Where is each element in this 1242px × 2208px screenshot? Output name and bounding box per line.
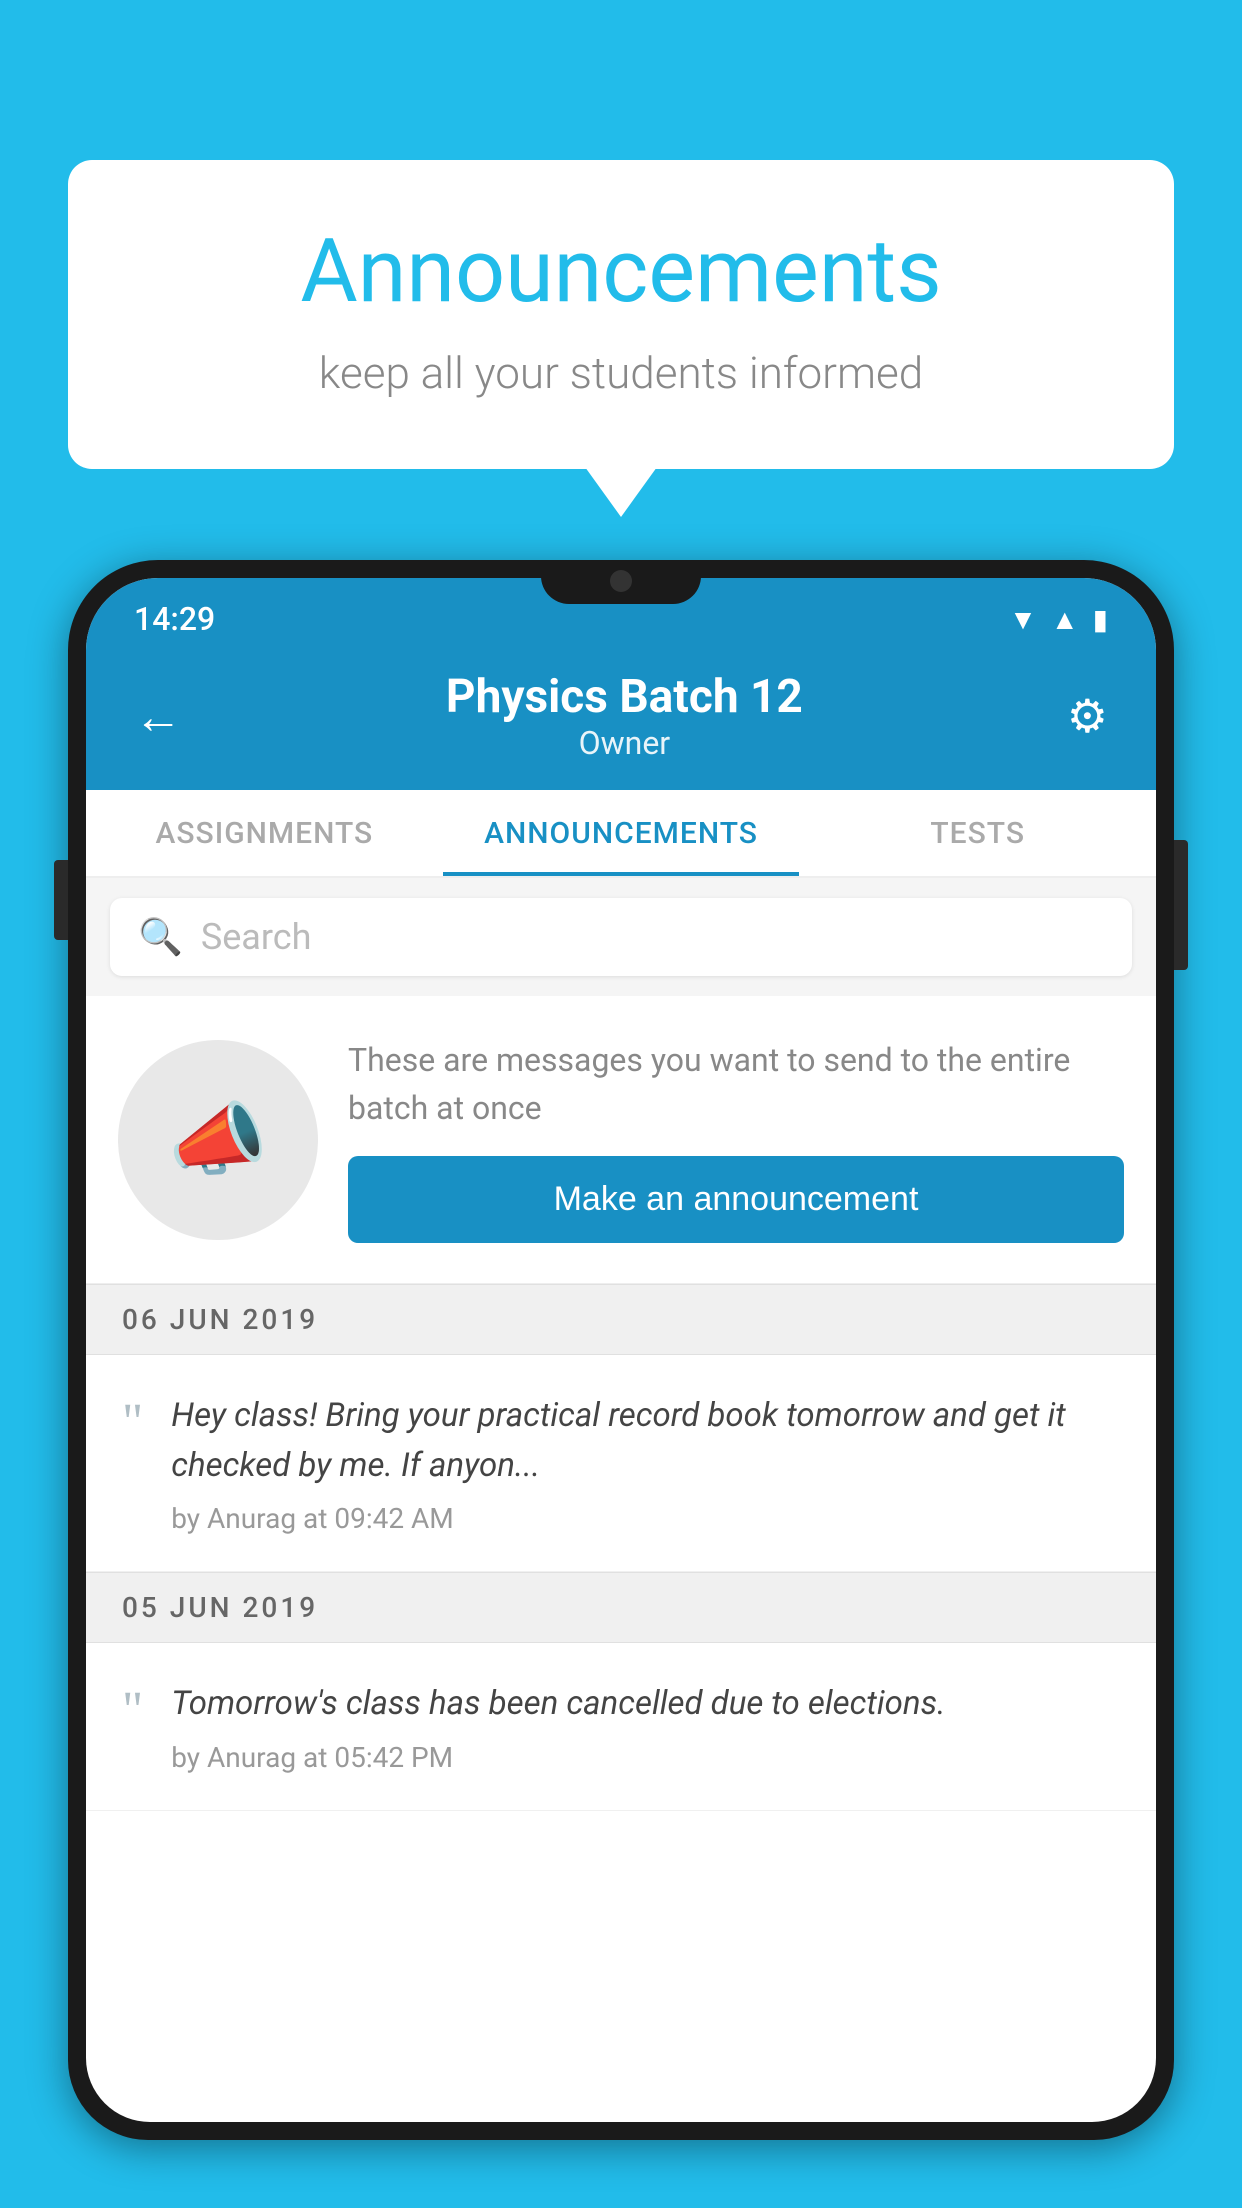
announcement-content-2: Tomorrow's class has been cancelled due … xyxy=(171,1679,1120,1774)
announcement-text-1: Hey class! Bring your practical record b… xyxy=(171,1391,1120,1490)
date-separator-1: 06 JUN 2019 xyxy=(86,1284,1156,1355)
batch-title: Physics Batch 12 xyxy=(182,670,1067,724)
settings-icon[interactable]: ⚙ xyxy=(1067,689,1108,744)
phone-notch xyxy=(541,560,701,604)
announcement-meta-2: by Anurag at 05:42 PM xyxy=(171,1741,1120,1774)
battery-icon: ▮ xyxy=(1093,603,1108,636)
tab-announcements[interactable]: ANNOUNCEMENTS xyxy=(443,790,800,876)
date-separator-2: 05 JUN 2019 xyxy=(86,1572,1156,1643)
announcement-item-2[interactable]: " Tomorrow's class has been cancelled du… xyxy=(86,1643,1156,1811)
promo-section: 📣 These are messages you want to send to… xyxy=(86,996,1156,1284)
speech-bubble-section: Announcements keep all your students inf… xyxy=(68,160,1174,469)
search-icon: 🔍 xyxy=(138,916,183,958)
batch-role: Owner xyxy=(182,724,1067,762)
tab-assignments[interactable]: ASSIGNMENTS xyxy=(86,790,443,876)
quote-icon-2: " xyxy=(122,1685,143,1737)
speech-bubble-subtitle: keep all your students informed xyxy=(148,347,1094,399)
promo-icon-circle: 📣 xyxy=(118,1040,318,1240)
phone-mockup: 14:29 ▼ ▲ ▮ ← Physics Batch 12 Owner ⚙ xyxy=(68,560,1174,2208)
announcement-meta-1: by Anurag at 09:42 AM xyxy=(171,1502,1120,1535)
announcement-content-1: Hey class! Bring your practical record b… xyxy=(171,1391,1120,1535)
side-button-right xyxy=(1174,840,1188,970)
promo-text: These are messages you want to send to t… xyxy=(348,1036,1124,1132)
announcement-text-2: Tomorrow's class has been cancelled due … xyxy=(171,1679,1120,1729)
announcement-item-1[interactable]: " Hey class! Bring your practical record… xyxy=(86,1355,1156,1572)
speech-bubble-title: Announcements xyxy=(148,220,1094,323)
status-time: 14:29 xyxy=(134,600,215,638)
wifi-icon: ▼ xyxy=(1009,603,1037,636)
back-button[interactable]: ← xyxy=(134,688,182,745)
signal-icon: ▲ xyxy=(1051,603,1079,636)
status-icons: ▼ ▲ ▮ xyxy=(1009,603,1108,636)
tabs-bar: ASSIGNMENTS ANNOUNCEMENTS TESTS xyxy=(86,790,1156,878)
promo-right: These are messages you want to send to t… xyxy=(348,1036,1124,1243)
camera xyxy=(610,570,632,592)
search-bar[interactable]: 🔍 Search xyxy=(110,898,1132,976)
speech-bubble: Announcements keep all your students inf… xyxy=(68,160,1174,469)
quote-icon-1: " xyxy=(122,1397,143,1449)
app-header: ← Physics Batch 12 Owner ⚙ xyxy=(86,650,1156,790)
make-announcement-button[interactable]: Make an announcement xyxy=(348,1156,1124,1243)
phone-screen: 14:29 ▼ ▲ ▮ ← Physics Batch 12 Owner ⚙ xyxy=(86,578,1156,2122)
megaphone-icon: 📣 xyxy=(168,1093,268,1187)
tab-tests[interactable]: TESTS xyxy=(799,790,1156,876)
search-container: 🔍 Search xyxy=(86,878,1156,996)
search-placeholder: Search xyxy=(201,916,312,958)
side-button-left xyxy=(54,860,68,940)
header-center: Physics Batch 12 Owner xyxy=(182,670,1067,762)
phone-outer: 14:29 ▼ ▲ ▮ ← Physics Batch 12 Owner ⚙ xyxy=(68,560,1174,2140)
